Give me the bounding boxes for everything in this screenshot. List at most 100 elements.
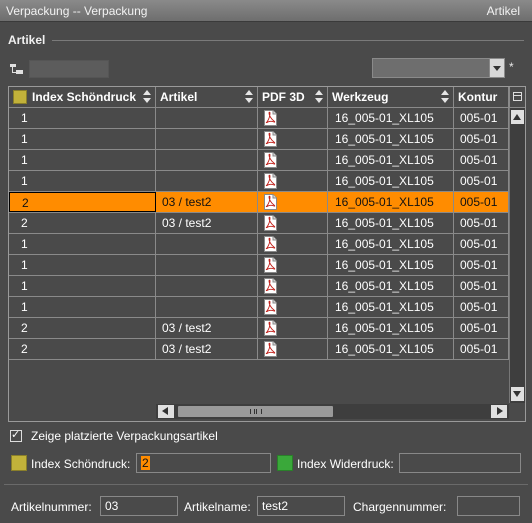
cell-index[interactable]: 1 bbox=[9, 171, 156, 191]
cell-werkzeug[interactable]: 16_005-01_XL105 bbox=[328, 276, 454, 296]
cell-werkzeug[interactable]: 16_005-01_XL105 bbox=[328, 234, 454, 254]
table-row[interactable]: 1 16_005-01_XL105 005-01 bbox=[9, 255, 509, 276]
pdf-file-icon[interactable] bbox=[264, 341, 277, 357]
cell-index[interactable]: 2 bbox=[9, 213, 156, 233]
cell-werkzeug[interactable]: 16_005-01_XL105 bbox=[328, 339, 454, 359]
pdf-file-icon[interactable] bbox=[264, 215, 277, 231]
cell-kontur[interactable]: 005-01 bbox=[454, 150, 509, 170]
table-row[interactable]: 2 03 / test2 16_005-01_XL105 005-01 bbox=[9, 318, 509, 339]
scroll-up-icon[interactable] bbox=[511, 110, 524, 124]
horizontal-scrollbar[interactable] bbox=[156, 404, 509, 419]
cell-pdf3d[interactable] bbox=[258, 129, 328, 149]
cell-werkzeug[interactable]: 16_005-01_XL105 bbox=[328, 318, 454, 338]
tree-structure-icon[interactable] bbox=[10, 63, 24, 75]
table-row[interactable]: 1 16_005-01_XL105 005-01 bbox=[9, 129, 509, 150]
cell-pdf3d[interactable] bbox=[258, 339, 328, 359]
cell-artikel[interactable]: 03 / test2 bbox=[156, 339, 258, 359]
cell-index[interactable]: 1 bbox=[9, 276, 156, 296]
cell-artikel[interactable]: 03 / test2 bbox=[156, 318, 258, 338]
filter-combobox[interactable] bbox=[372, 58, 505, 78]
articles-table[interactable]: Index Schöndruck Artikel PDF 3D Werkzeug… bbox=[8, 86, 526, 422]
cell-kontur[interactable]: 005-01 bbox=[454, 108, 509, 128]
pdf-file-icon[interactable] bbox=[264, 173, 277, 189]
scroll-thumb[interactable] bbox=[178, 406, 333, 417]
scroll-down-icon[interactable] bbox=[511, 387, 524, 401]
cell-index[interactable]: 1 bbox=[9, 255, 156, 275]
cell-pdf3d[interactable] bbox=[258, 276, 328, 296]
cell-kontur[interactable]: 005-01 bbox=[454, 234, 509, 254]
cell-artikel[interactable] bbox=[156, 234, 258, 254]
pdf-file-icon[interactable] bbox=[264, 152, 277, 168]
cell-index[interactable]: 1 bbox=[9, 234, 156, 254]
cell-werkzeug[interactable]: 16_005-01_XL105 bbox=[328, 213, 454, 233]
vertical-scrollbar[interactable] bbox=[509, 108, 525, 403]
cell-index[interactable]: 1 bbox=[9, 297, 156, 317]
table-row[interactable]: 1 16_005-01_XL105 005-01 bbox=[9, 297, 509, 318]
pdf-file-icon[interactable] bbox=[264, 299, 277, 315]
column-header-pdf3d[interactable]: PDF 3D bbox=[258, 87, 328, 107]
table-row[interactable]: 1 16_005-01_XL105 005-01 bbox=[9, 276, 509, 297]
cell-artikel[interactable] bbox=[156, 108, 258, 128]
article-name-field[interactable]: test2 bbox=[257, 496, 345, 516]
table-row[interactable]: 1 16_005-01_XL105 005-01 bbox=[9, 171, 509, 192]
cell-pdf3d[interactable] bbox=[258, 171, 328, 191]
cell-kontur[interactable]: 005-01 bbox=[454, 318, 509, 338]
cell-pdf3d[interactable] bbox=[258, 297, 328, 317]
widerdruck-index-field[interactable] bbox=[399, 453, 521, 473]
cell-artikel[interactable] bbox=[156, 171, 258, 191]
article-number-field[interactable]: 03 bbox=[100, 496, 178, 516]
table-row[interactable]: 2 03 / test2 16_005-01_XL105 005-01 bbox=[9, 192, 509, 213]
cell-pdf3d[interactable] bbox=[258, 234, 328, 254]
cell-pdf3d[interactable] bbox=[258, 255, 328, 275]
batch-number-field[interactable] bbox=[457, 496, 520, 516]
show-placed-checkbox[interactable] bbox=[10, 428, 22, 442]
pdf-file-icon[interactable] bbox=[264, 278, 277, 294]
pdf-file-icon[interactable] bbox=[264, 236, 277, 252]
pdf-file-icon[interactable] bbox=[264, 110, 277, 126]
cell-pdf3d[interactable] bbox=[258, 318, 328, 338]
cell-kontur[interactable]: 005-01 bbox=[454, 255, 509, 275]
cell-index[interactable]: 1 bbox=[9, 150, 156, 170]
scroll-left-icon[interactable] bbox=[158, 405, 174, 418]
table-row[interactable]: 1 16_005-01_XL105 005-01 bbox=[9, 234, 509, 255]
column-header-kontur[interactable]: Kontur bbox=[454, 87, 509, 107]
table-row[interactable]: 1 16_005-01_XL105 005-01 bbox=[9, 108, 509, 129]
cell-artikel[interactable] bbox=[156, 276, 258, 296]
table-row[interactable]: 1 16_005-01_XL105 005-01 bbox=[9, 150, 509, 171]
column-chooser-icon[interactable] bbox=[509, 87, 525, 107]
cell-kontur[interactable]: 005-01 bbox=[454, 171, 509, 191]
cell-kontur[interactable]: 005-01 bbox=[454, 129, 509, 149]
cell-werkzeug[interactable]: 16_005-01_XL105 bbox=[328, 150, 454, 170]
scroll-right-icon[interactable] bbox=[491, 405, 507, 418]
cell-artikel[interactable] bbox=[156, 150, 258, 170]
pdf-file-icon[interactable] bbox=[264, 257, 277, 273]
cell-index[interactable]: 2 bbox=[9, 339, 156, 359]
pdf-file-icon[interactable] bbox=[264, 131, 277, 147]
cell-kontur[interactable]: 005-01 bbox=[454, 276, 509, 296]
cell-pdf3d[interactable] bbox=[258, 213, 328, 233]
cell-index[interactable]: 1 bbox=[9, 108, 156, 128]
column-header-artikel[interactable]: Artikel bbox=[156, 87, 258, 107]
filter-input[interactable] bbox=[29, 60, 109, 78]
cell-kontur[interactable]: 005-01 bbox=[454, 213, 509, 233]
cell-artikel[interactable]: 03 / test2 bbox=[156, 192, 258, 212]
chevron-down-icon[interactable] bbox=[489, 59, 504, 77]
cell-kontur[interactable]: 005-01 bbox=[454, 297, 509, 317]
cell-index[interactable]: 2 bbox=[9, 318, 156, 338]
cell-werkzeug[interactable]: 16_005-01_XL105 bbox=[328, 255, 454, 275]
cell-pdf3d[interactable] bbox=[258, 192, 328, 212]
pdf-file-icon[interactable] bbox=[264, 320, 277, 336]
cell-kontur[interactable]: 005-01 bbox=[454, 192, 509, 212]
pdf-file-icon[interactable] bbox=[264, 194, 277, 210]
cell-werkzeug[interactable]: 16_005-01_XL105 bbox=[328, 108, 454, 128]
cell-werkzeug[interactable]: 16_005-01_XL105 bbox=[328, 297, 454, 317]
cell-werkzeug[interactable]: 16_005-01_XL105 bbox=[328, 129, 454, 149]
cell-artikel[interactable] bbox=[156, 297, 258, 317]
schoendruck-index-field[interactable]: 2 bbox=[136, 453, 271, 473]
cell-pdf3d[interactable] bbox=[258, 108, 328, 128]
cell-index[interactable]: 1 bbox=[9, 129, 156, 149]
cell-werkzeug[interactable]: 16_005-01_XL105 bbox=[328, 171, 454, 191]
cell-artikel[interactable]: 03 / test2 bbox=[156, 213, 258, 233]
column-header-werkzeug[interactable]: Werkzeug bbox=[328, 87, 454, 107]
cell-index[interactable]: 2 bbox=[9, 192, 156, 212]
